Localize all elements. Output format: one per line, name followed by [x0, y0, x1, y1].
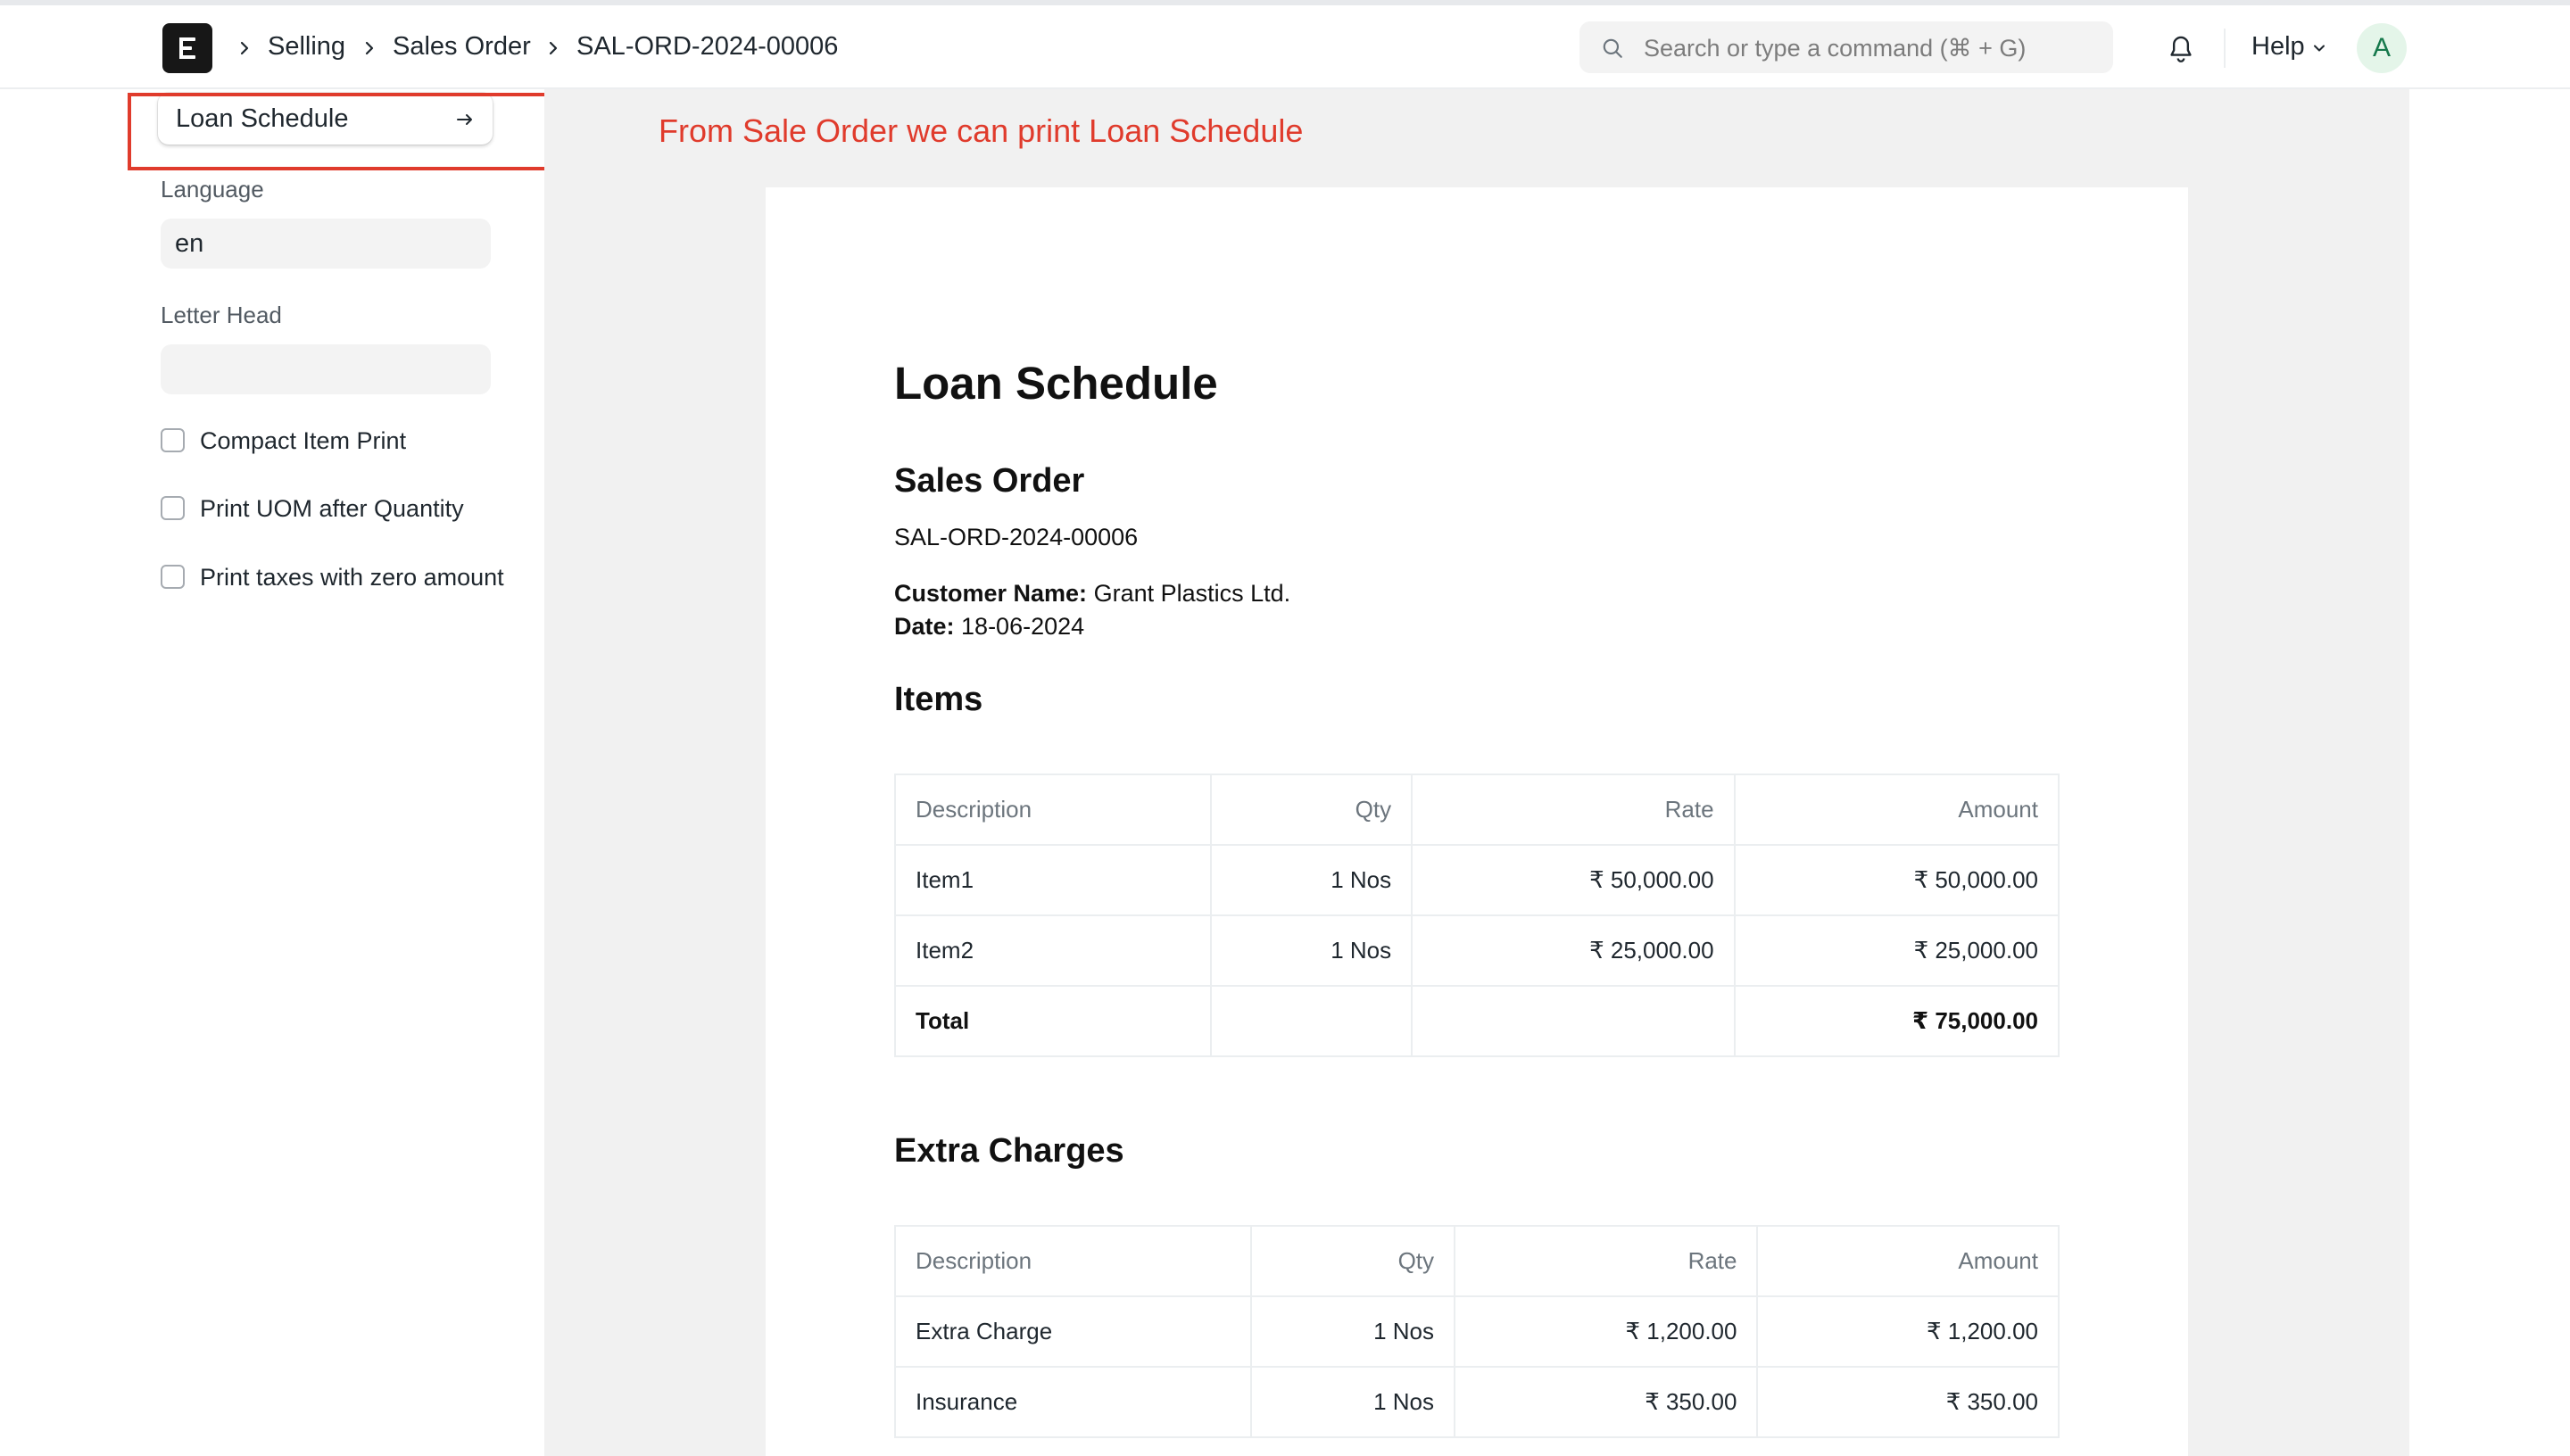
print-zero-taxes-checkbox[interactable] — [161, 565, 185, 589]
annotation-highlight-box — [128, 93, 587, 170]
charge-rate: ₹ 350.00 — [1454, 1366, 1759, 1438]
column-header: Description — [893, 1225, 1253, 1297]
customer-label: Customer Name: — [894, 580, 1088, 607]
breadcrumb-document[interactable]: SAL-ORD-2024-00006 — [576, 32, 838, 62]
avatar[interactable]: A — [2357, 23, 2407, 73]
table-row: Insurance 1 Nos ₹ 350.00 ₹ 350.00 — [893, 1366, 2060, 1438]
breadcrumb-selling[interactable]: Selling — [268, 32, 345, 62]
bell-icon[interactable] — [2167, 34, 2195, 64]
charge-rate: ₹ 1,200.00 — [1454, 1295, 1759, 1368]
letter-head-label: Letter Head — [161, 302, 282, 328]
item-rate: ₹ 50,000.00 — [1411, 844, 1736, 916]
charge-qty: 1 Nos — [1250, 1366, 1456, 1438]
navbar-divider — [2224, 29, 2226, 68]
section-heading: Sales Order — [894, 462, 1085, 500]
item-amount: ₹ 25,000.00 — [1733, 914, 2060, 987]
chevron-right-icon — [365, 41, 374, 55]
item-description: Item2 — [893, 914, 1213, 987]
item-rate: ₹ 25,000.00 — [1411, 914, 1736, 987]
table-header-row: Description Qty Rate Amount — [893, 774, 2060, 846]
print-uom-checkbox[interactable] — [161, 496, 185, 520]
compact-item-print-checkbox[interactable] — [161, 428, 185, 452]
item-description: Item1 — [893, 844, 1213, 916]
breadcrumb-sales-order[interactable]: Sales Order — [393, 32, 531, 62]
language-field[interactable]: en — [161, 219, 491, 269]
date-line: Date: 18-06-2024 — [894, 613, 1084, 641]
charge-description: Insurance — [893, 1366, 1253, 1438]
items-table: Description Qty Rate Amount Item1 1 Nos … — [893, 774, 2060, 1057]
item-qty: 1 Nos — [1210, 844, 1414, 916]
print-settings-sidebar — [0, 89, 544, 1456]
charge-qty: 1 Nos — [1250, 1295, 1456, 1368]
column-header: Qty — [1210, 774, 1414, 846]
help-menu[interactable]: Help — [2251, 32, 2305, 62]
print-uom-label: Print UOM after Quantity — [200, 495, 464, 522]
table-row: Extra Charge 1 Nos ₹ 1,200.00 ₹ 1,200.00 — [893, 1295, 2060, 1368]
search-bar[interactable]: Search or type a command (⌘ + G) — [1579, 21, 2113, 73]
language-label: Language — [161, 176, 264, 203]
customer-line: Customer Name: Grant Plastics Ltd. — [894, 580, 1290, 608]
extra-charges-table: Description Qty Rate Amount Extra Charge… — [893, 1225, 2060, 1438]
navbar: Selling Sales Order SAL-ORD-2024-00006 S… — [0, 5, 2570, 89]
print-preview-page: Loan Schedule Sales Order SAL-ORD-2024-0… — [766, 187, 2188, 1456]
order-id: SAL-ORD-2024-00006 — [894, 524, 1139, 550]
total-row: Total ₹ 75,000.00 — [893, 985, 2060, 1057]
charge-amount: ₹ 350.00 — [1756, 1366, 2060, 1438]
chevron-right-icon — [549, 41, 558, 55]
item-amount: ₹ 50,000.00 — [1733, 844, 2060, 916]
extra-charges-heading: Extra Charges — [894, 1132, 1124, 1170]
item-qty: 1 Nos — [1210, 914, 1414, 987]
date-label: Date: — [894, 613, 955, 640]
column-header: Amount — [1756, 1225, 2060, 1297]
app-logo[interactable] — [162, 23, 212, 73]
chevron-right-icon — [240, 41, 249, 55]
column-header: Description — [893, 774, 1213, 846]
column-header: Amount — [1733, 774, 2060, 846]
total-label: Total — [893, 985, 1213, 1057]
column-header: Qty — [1250, 1225, 1456, 1297]
annotation-text: From Sale Order we can print Loan Schedu… — [659, 112, 1304, 149]
total-amount: ₹ 75,000.00 — [1733, 985, 2060, 1057]
print-zero-taxes-label: Print taxes with zero amount — [200, 564, 504, 591]
chevron-down-icon[interactable] — [2310, 39, 2328, 57]
column-header: Rate — [1454, 1225, 1759, 1297]
customer-value: Grant Plastics Ltd. — [1093, 580, 1291, 607]
search-placeholder: Search or type a command (⌘ + G) — [1644, 35, 2027, 62]
compact-item-print-label: Compact Item Print — [200, 427, 407, 454]
table-row: Item1 1 Nos ₹ 50,000.00 ₹ 50,000.00 — [893, 844, 2060, 916]
letter-head-field[interactable] — [161, 344, 491, 394]
charge-description: Extra Charge — [893, 1295, 1253, 1368]
language-value: en — [175, 229, 204, 258]
date-value: 18-06-2024 — [961, 613, 1085, 640]
table-header-row: Description Qty Rate Amount — [893, 1225, 2060, 1297]
document-title: Loan Schedule — [894, 358, 1218, 409]
items-heading: Items — [894, 681, 983, 718]
table-row: Item2 1 Nos ₹ 25,000.00 ₹ 25,000.00 — [893, 914, 2060, 987]
charge-amount: ₹ 1,200.00 — [1756, 1295, 2060, 1368]
column-header: Rate — [1411, 774, 1736, 846]
search-icon — [1603, 38, 1622, 58]
